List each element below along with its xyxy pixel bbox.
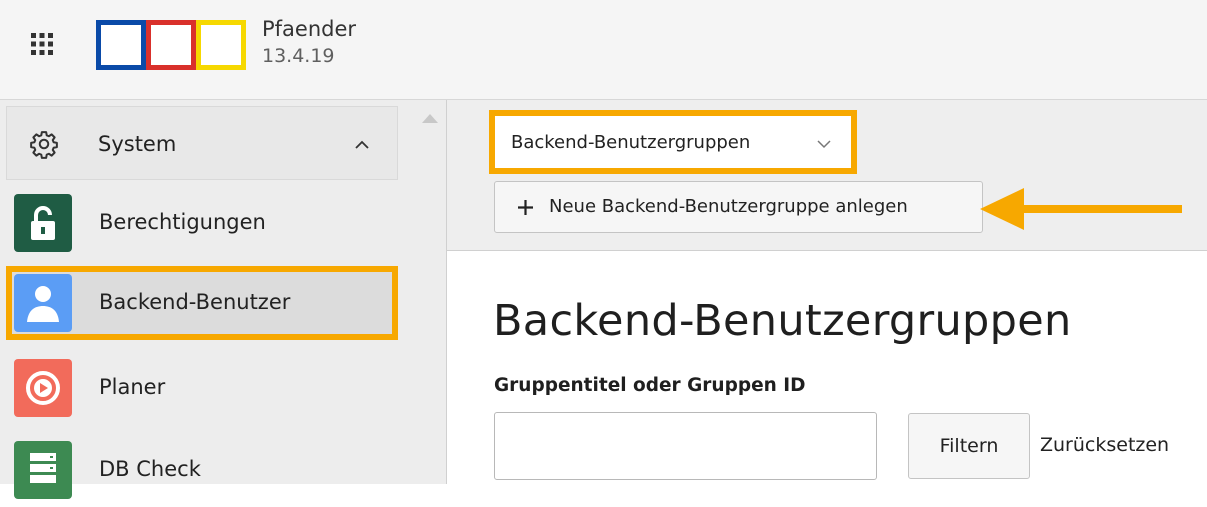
grid-icon[interactable] [30,32,54,56]
module-group-label: System [98,132,177,156]
chevron-down-icon [817,140,831,149]
database-icon [14,441,72,499]
dropdown-selected-label: Backend-Benutzergruppen [511,132,751,153]
scheduler-icon [14,359,72,417]
sidebar-item-backend-benutzer[interactable]: Backend-Benutzer [6,266,398,340]
plus-icon [518,200,533,215]
sidebar-item-berechtigungen[interactable]: Berechtigungen [6,186,398,260]
sidebar-item-label: DB Check [99,457,201,481]
filter-button[interactable]: Filtern [908,413,1030,479]
sidebar-item-label: Berechtigungen [99,210,266,234]
top-bar: Pfaender 13.4.19 [0,0,1207,100]
site-logo[interactable] [96,20,246,70]
sidebar-item-planer[interactable]: Planer [6,351,398,425]
site-version: 13.4.19 [262,45,335,67]
group-search-input[interactable] [494,412,877,480]
user-icon [14,274,72,332]
page-title: Backend-Benutzergruppen [493,296,1072,346]
lock-icon [14,194,72,252]
scroll-up-icon[interactable] [421,112,439,124]
filter-field-label: Gruppentitel oder Gruppen ID [494,375,806,396]
new-button-label: Neue Backend-Benutzergruppe anlegen [549,196,908,217]
module-group-system[interactable]: System [6,106,398,180]
chevron-up-icon [355,140,369,149]
sidebar-item-label: Planer [99,375,166,399]
site-name: Pfaender [262,17,357,41]
new-backend-group-button[interactable]: Neue Backend-Benutzergruppe anlegen [494,181,983,233]
annotation-arrow-icon [980,188,1182,230]
sidebar-item-label: Backend-Benutzer [99,290,291,314]
reset-link[interactable]: Zurücksetzen [1040,434,1169,456]
gear-icon [30,131,58,159]
module-function-dropdown[interactable]: Backend-Benutzergruppen [489,110,857,174]
sidebar-item-db-check[interactable]: DB Check [6,433,398,507]
